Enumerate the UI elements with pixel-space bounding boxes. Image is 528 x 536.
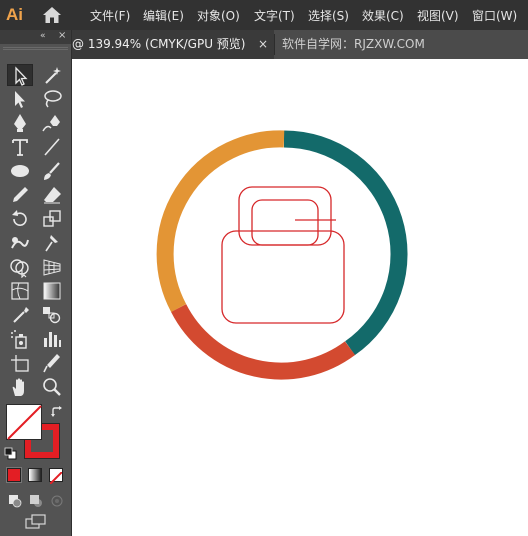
menu-type[interactable]: 文字(T) bbox=[254, 7, 295, 24]
shape-builder-tool[interactable] bbox=[7, 256, 33, 278]
ring-segment-orange[interactable] bbox=[156, 130, 285, 312]
type-tool[interactable] bbox=[7, 136, 33, 158]
menu-file[interactable]: 文件(F) bbox=[90, 7, 130, 24]
zoom-tool[interactable] bbox=[39, 376, 65, 398]
magic-wand-tool[interactable] bbox=[39, 64, 65, 86]
puppet-warp-tool[interactable] bbox=[39, 232, 65, 254]
menu-edit[interactable]: 编辑(E) bbox=[143, 7, 184, 24]
lasso-tool[interactable] bbox=[39, 88, 65, 110]
hand-tool[interactable] bbox=[7, 376, 33, 398]
tools-panel-header: « × bbox=[0, 30, 71, 44]
document-tab-bar: @ 139.94% (CMYK/GPU 预览) × 软件自学网：RJZXW.CO… bbox=[72, 30, 528, 59]
ring-segment-red[interactable] bbox=[171, 304, 356, 380]
menu-window[interactable]: 窗口(W) bbox=[472, 7, 517, 24]
default-colors-icon[interactable] bbox=[4, 446, 18, 460]
pen-tool[interactable] bbox=[7, 112, 33, 134]
swap-fill-stroke-icon[interactable] bbox=[50, 404, 64, 418]
close-panel-icon[interactable]: × bbox=[58, 30, 66, 42]
panel-grip[interactable] bbox=[3, 47, 68, 50]
gradient-mode-icon[interactable] bbox=[28, 468, 42, 482]
menu-object[interactable]: 对象(O) bbox=[197, 7, 240, 24]
gradient-tool[interactable] bbox=[39, 280, 65, 302]
fill-stroke-widget bbox=[4, 404, 68, 462]
menu-select[interactable]: 选择(S) bbox=[308, 7, 349, 24]
collapse-panel-icon[interactable]: « bbox=[40, 31, 45, 41]
scale-tool[interactable] bbox=[39, 208, 65, 230]
perspective-grid-tool[interactable] bbox=[39, 256, 65, 278]
color-mode-icon[interactable] bbox=[6, 467, 22, 483]
menu-bar: Ai 文件(F) 编辑(E) 对象(O) 文字(T) 选择(S) 效果(C) 视… bbox=[0, 0, 528, 30]
home-icon[interactable] bbox=[42, 6, 62, 24]
curvature-tool[interactable] bbox=[39, 112, 65, 134]
eyedropper-tool[interactable] bbox=[7, 304, 33, 326]
blend-tool[interactable] bbox=[39, 304, 65, 326]
tools-panel: « × bbox=[0, 30, 72, 536]
direct-selection-tool[interactable] bbox=[7, 88, 33, 110]
column-graph-tool[interactable] bbox=[39, 328, 65, 350]
paintbrush-tool[interactable] bbox=[39, 160, 65, 182]
tab-close-icon[interactable]: × bbox=[258, 30, 268, 59]
artboard-canvas[interactable] bbox=[72, 59, 528, 536]
none-slash-icon bbox=[7, 405, 42, 440]
tab-divider bbox=[274, 34, 275, 55]
warp-tool[interactable] bbox=[7, 232, 33, 254]
draw-behind-icon[interactable] bbox=[29, 493, 43, 507]
artwork bbox=[156, 130, 408, 380]
rotate-tool[interactable] bbox=[7, 208, 33, 230]
tab-inactive-document[interactable]: 软件自学网：RJZXW.COM bbox=[282, 30, 425, 59]
none-mode-icon[interactable] bbox=[49, 468, 63, 485]
symbol-sprayer-tool[interactable] bbox=[7, 328, 33, 350]
slice-tool[interactable] bbox=[39, 352, 65, 374]
ellipse-tool[interactable] bbox=[7, 160, 33, 182]
draw-inside-icon[interactable] bbox=[50, 493, 64, 507]
fill-swatch[interactable] bbox=[6, 404, 42, 440]
tab-label: @ 139.94% (CMYK/GPU 预览) bbox=[72, 37, 246, 51]
menu-view[interactable]: 视图(V) bbox=[417, 7, 459, 24]
line-segment-tool[interactable] bbox=[39, 136, 65, 158]
menu-effect[interactable]: 效果(C) bbox=[362, 7, 404, 24]
tab-active-document[interactable]: @ 139.94% (CMYK/GPU 预览) × bbox=[72, 30, 274, 59]
app-logo: Ai bbox=[6, 5, 23, 24]
draw-normal-icon[interactable] bbox=[8, 493, 22, 508]
artboard-tool[interactable] bbox=[7, 352, 33, 374]
bag-outline-icon[interactable] bbox=[221, 186, 345, 324]
selection-tool[interactable] bbox=[7, 64, 33, 86]
eraser-tool[interactable] bbox=[39, 184, 65, 206]
pencil-tool[interactable] bbox=[7, 184, 33, 206]
mesh-tool[interactable] bbox=[7, 280, 33, 302]
screen-mode-icon[interactable] bbox=[24, 514, 48, 530]
